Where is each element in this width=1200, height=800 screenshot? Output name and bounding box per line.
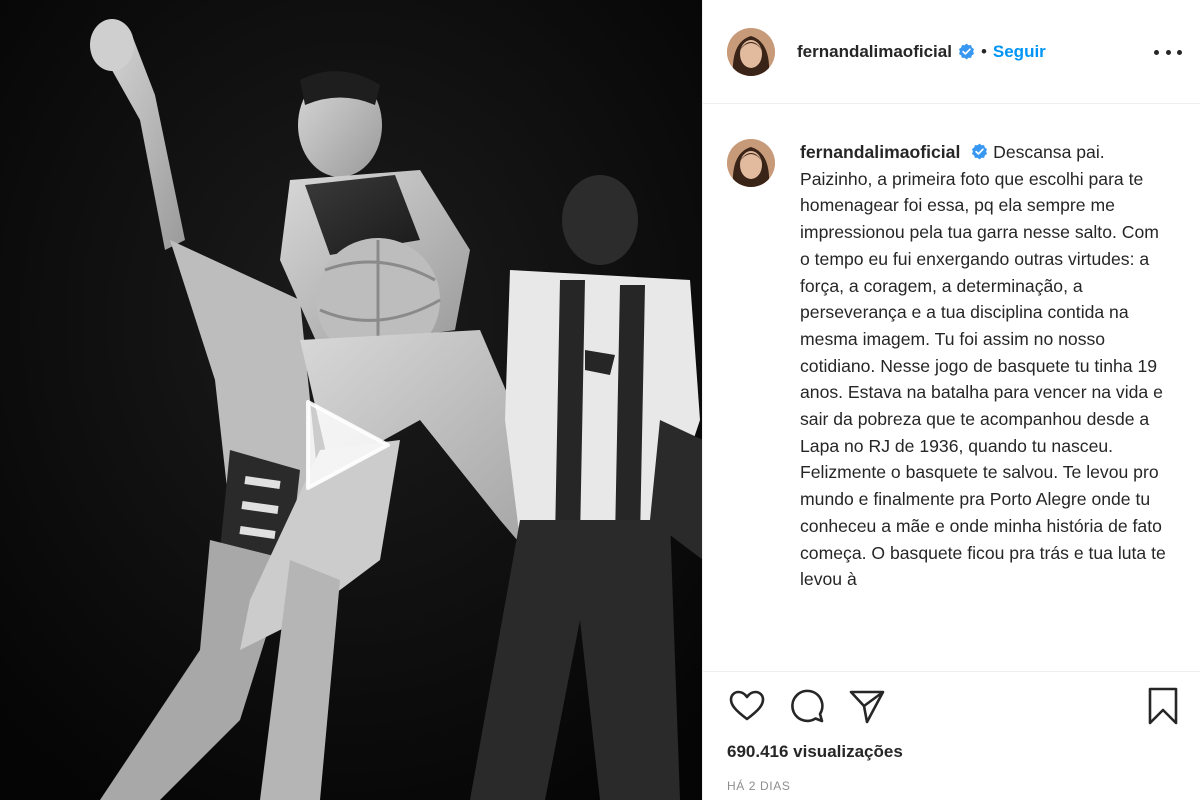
comment-icon[interactable]	[787, 686, 827, 726]
divider	[703, 671, 1200, 672]
avatar[interactable]	[727, 27, 775, 76]
post-timestamp[interactable]: HÁ 2 DIAS	[727, 779, 790, 793]
post-sidebar: fernandalimaoficial • Seguir fernandalim…	[703, 0, 1200, 800]
caption-avatar[interactable]	[727, 139, 775, 187]
verified-icon	[958, 43, 974, 60]
post-header: fernandalimaoficial • Seguir	[703, 0, 1200, 104]
post-media[interactable]	[0, 0, 703, 800]
caption-section: fernandalimaoficial Descansa pai. Paizin…	[703, 105, 1200, 665]
heart-icon[interactable]	[727, 686, 767, 726]
caption-username[interactable]: fernandalimaoficial	[800, 142, 960, 162]
views-count[interactable]: 690.416 visualizações	[727, 742, 903, 762]
share-icon[interactable]	[847, 686, 887, 726]
more-options-icon[interactable]	[1154, 40, 1182, 64]
instagram-post: fernandalimaoficial • Seguir fernandalim…	[0, 0, 1200, 800]
header-username[interactable]: fernandalimaoficial	[797, 42, 952, 62]
bookmark-icon[interactable]	[1143, 686, 1183, 726]
action-bar	[703, 686, 1200, 730]
follow-button[interactable]: Seguir	[993, 42, 1046, 62]
header-separator: •	[980, 41, 987, 61]
verified-icon	[972, 143, 988, 160]
play-icon[interactable]	[290, 390, 400, 500]
caption-body: Descansa pai. Paizinho, a primeira foto …	[800, 142, 1166, 590]
caption-text: fernandalimaoficial Descansa pai. Paizin…	[800, 139, 1172, 665]
